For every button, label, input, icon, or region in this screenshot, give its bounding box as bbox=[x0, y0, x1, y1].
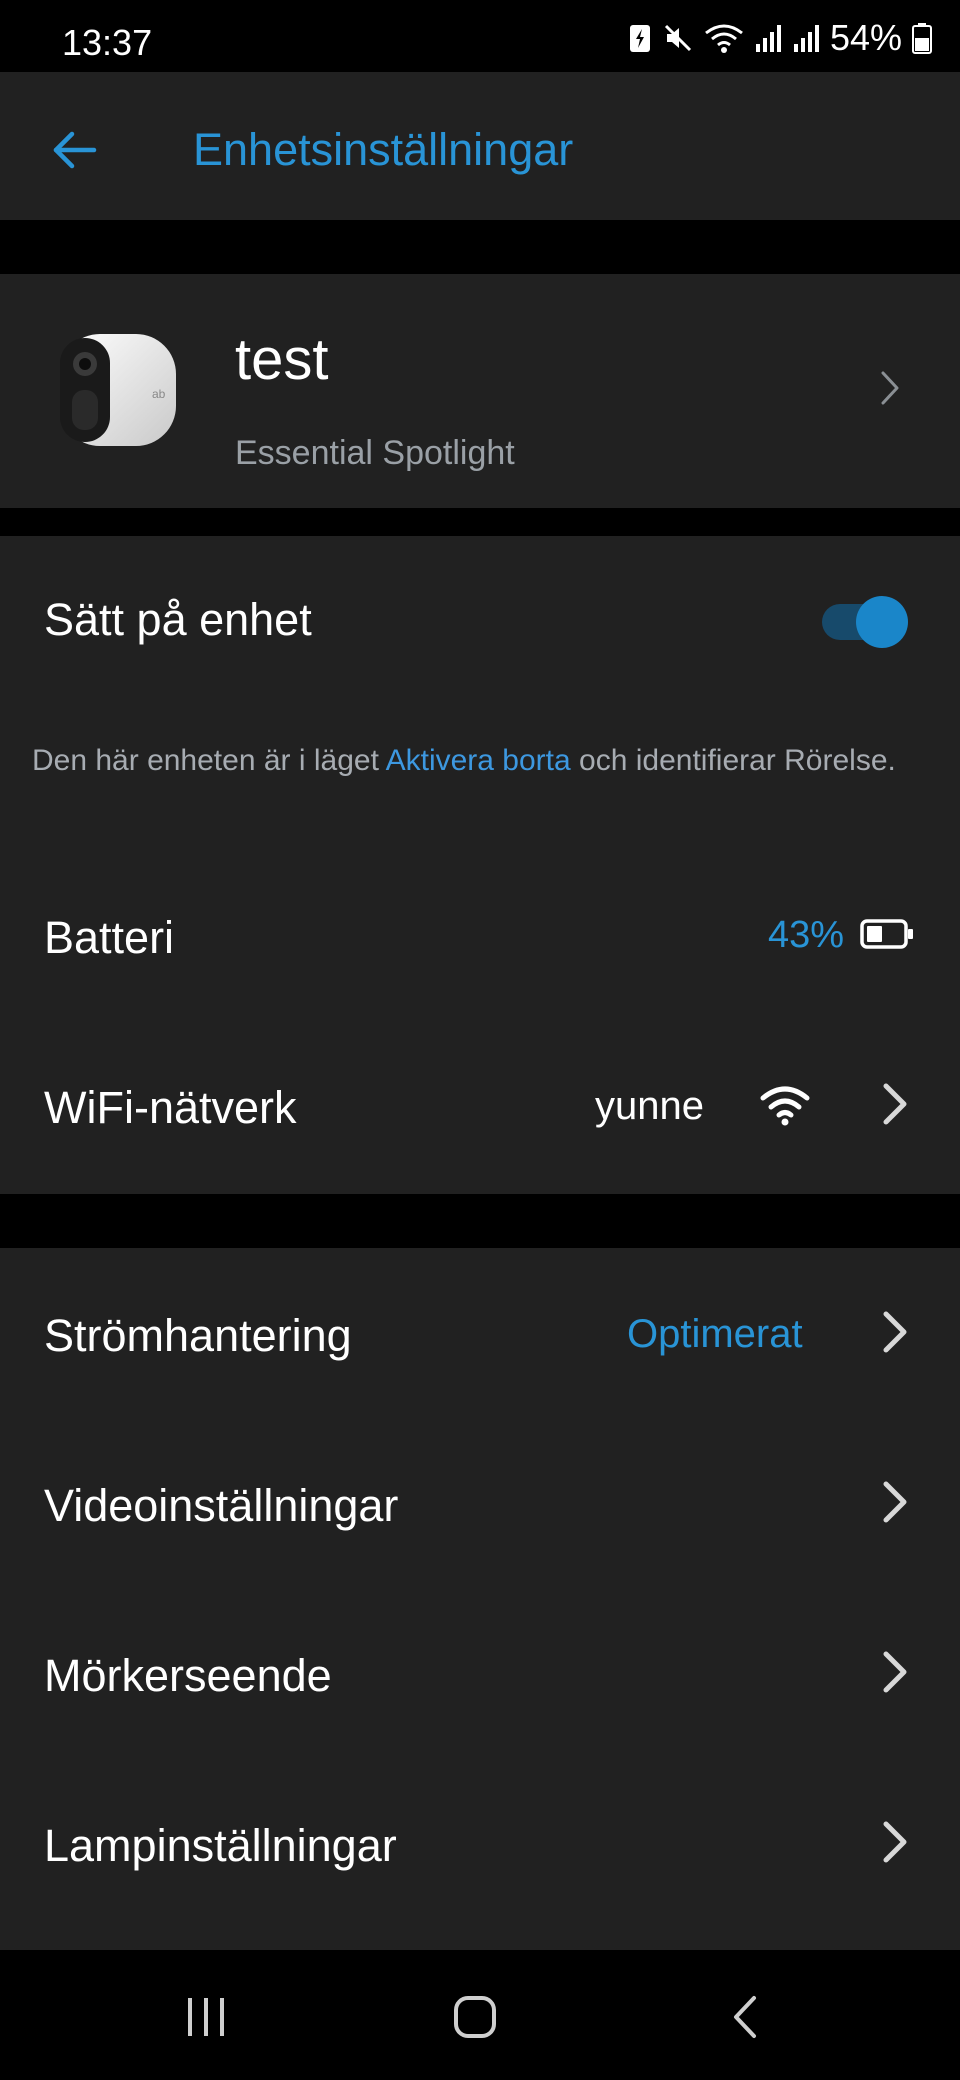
night-vision-row[interactable]: Mörkerseende bbox=[0, 1588, 960, 1758]
device-status-section: Sätt på enhet Den här enheten är i läget… bbox=[0, 536, 960, 1194]
mode-description-prefix: Den här enheten är i läget bbox=[32, 744, 386, 777]
status-battery-percent: 54% bbox=[829, 17, 902, 58]
chevron-right-icon bbox=[883, 1311, 907, 1353]
chevron-right-icon bbox=[883, 1651, 907, 1693]
page-title: Enhetsinställningar bbox=[193, 124, 574, 175]
battery-label: Batteri bbox=[44, 912, 175, 963]
power-management-row[interactable]: Strömhantering Optimerat bbox=[0, 1248, 960, 1418]
video-settings-row[interactable]: Videoinställningar bbox=[0, 1418, 960, 1588]
chevron-right-icon bbox=[883, 1481, 907, 1523]
back-nav-icon[interactable] bbox=[728, 1994, 762, 2040]
camera-image: ab bbox=[60, 334, 176, 446]
wifi-row[interactable]: WiFi-nätverk yunne bbox=[0, 1020, 960, 1190]
status-icons: 54% bbox=[628, 17, 932, 58]
device-name: test bbox=[235, 327, 329, 392]
power-management-label: Strömhantering bbox=[44, 1310, 352, 1361]
toggle-thumb bbox=[856, 596, 908, 648]
signal-icon-2 bbox=[793, 25, 819, 52]
chevron-right-icon bbox=[881, 371, 899, 405]
settings-section: Strömhantering Optimerat Videoinställnin… bbox=[0, 1248, 960, 1950]
home-icon[interactable] bbox=[452, 1994, 498, 2040]
back-button[interactable] bbox=[36, 112, 112, 188]
lamp-settings-row[interactable]: Lampinställningar bbox=[0, 1758, 960, 1928]
battery-icon bbox=[860, 919, 913, 949]
device-card[interactable]: ab test Essential Spotlight bbox=[0, 274, 960, 508]
status-time: 13:37 bbox=[62, 22, 153, 63]
chevron-right-icon bbox=[883, 1083, 907, 1125]
mode-description: Den här enheten är i läget Aktivera bort… bbox=[32, 742, 912, 780]
mute-icon bbox=[664, 24, 691, 52]
app-header: Enhetsinställningar bbox=[0, 72, 960, 220]
device-model: Essential Spotlight bbox=[235, 434, 515, 472]
wifi-network-name: yunne bbox=[595, 1084, 704, 1128]
wifi-icon bbox=[705, 24, 743, 53]
recent-apps-icon[interactable] bbox=[184, 1994, 230, 2038]
system-nav-bar bbox=[0, 1950, 960, 2080]
mode-description-suffix: och identifierar Rörelse. bbox=[570, 744, 896, 777]
mode-link[interactable]: Aktivera borta bbox=[386, 744, 571, 777]
power-toggle[interactable] bbox=[822, 596, 910, 648]
battery-saver-icon bbox=[629, 25, 650, 52]
chevron-right-icon bbox=[883, 1821, 907, 1863]
wifi-label: WiFi-nätverk bbox=[44, 1082, 297, 1133]
video-settings-label: Videoinställningar bbox=[44, 1480, 399, 1531]
night-vision-label: Mörkerseende bbox=[44, 1650, 332, 1701]
wifi-signal-icon bbox=[760, 1086, 810, 1126]
status-bar: 13:37 54% bbox=[0, 0, 960, 72]
battery-value: 43% bbox=[768, 914, 845, 956]
lamp-settings-label: Lampinställningar bbox=[44, 1820, 397, 1871]
power-label: Sätt på enhet bbox=[44, 594, 312, 645]
arrow-left-icon bbox=[53, 131, 97, 169]
signal-icon bbox=[755, 25, 781, 52]
svg-text:ab: ab bbox=[152, 387, 166, 401]
power-management-value: Optimerat bbox=[627, 1312, 803, 1356]
battery-icon bbox=[912, 23, 932, 54]
